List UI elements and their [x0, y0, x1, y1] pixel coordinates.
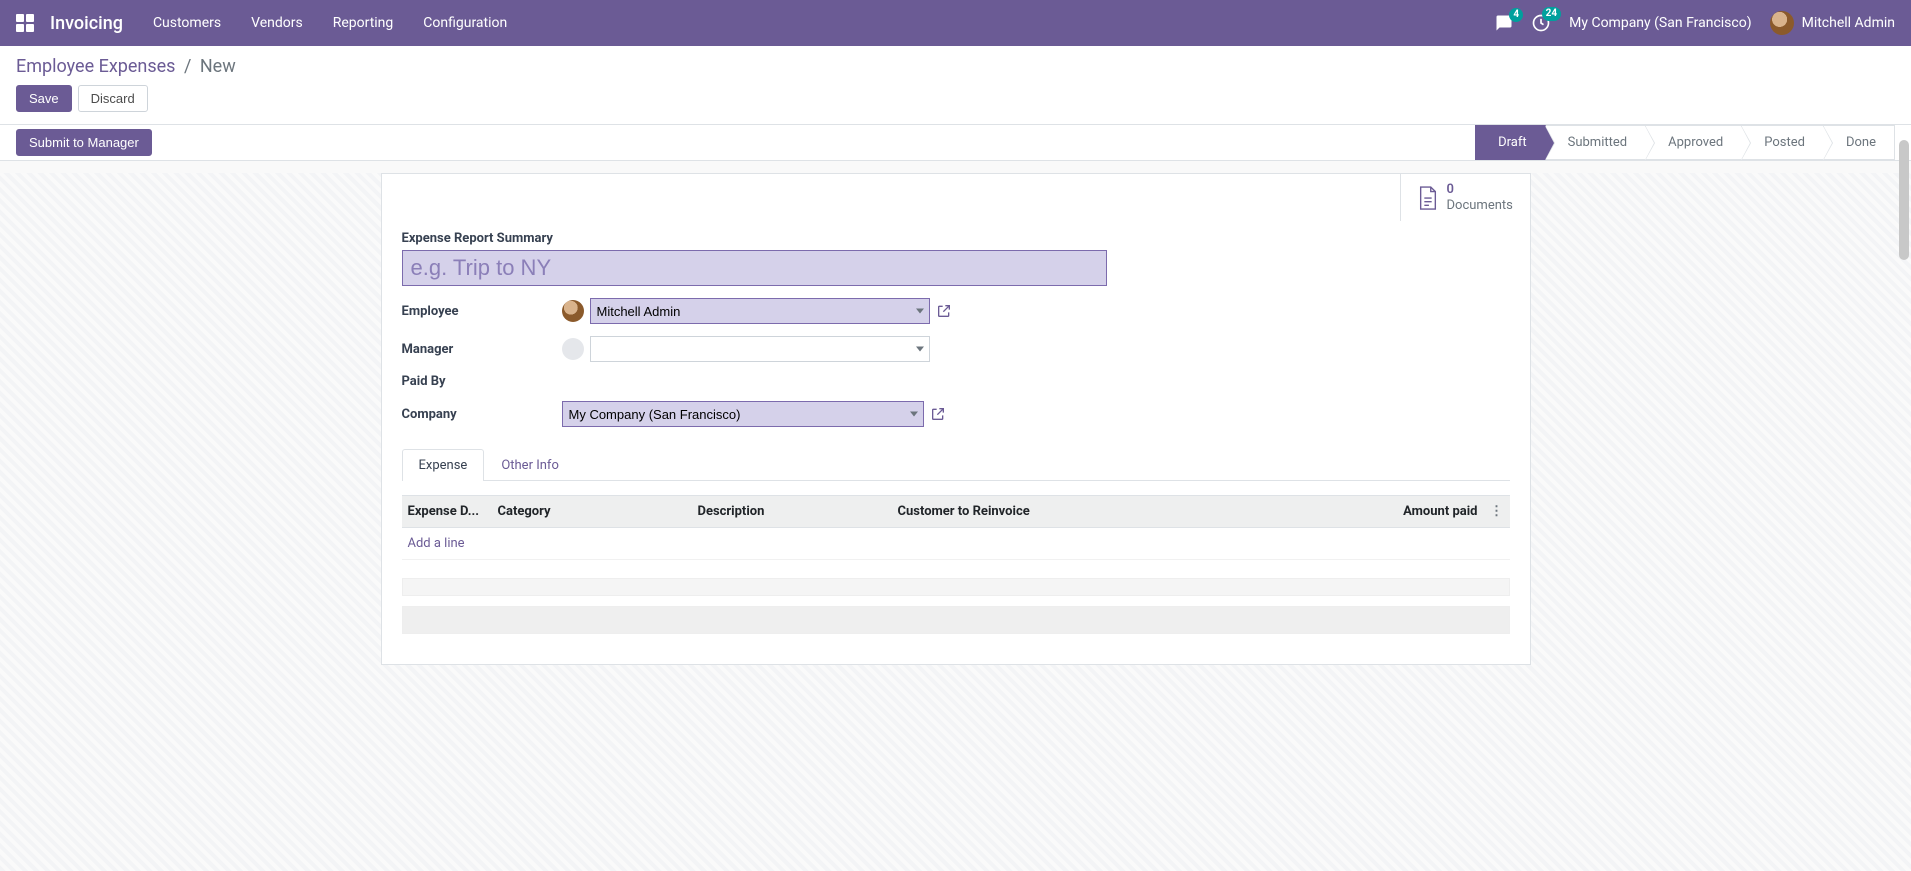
status-step-approved[interactable]: Approved [1646, 125, 1742, 160]
employee-avatar [562, 300, 584, 322]
status-bar: Draft Submitted Approved Posted Done [1475, 125, 1895, 160]
company-selector[interactable]: My Company (San Francisco) [1569, 15, 1751, 31]
col-customer-reinvoice[interactable]: Customer to Reinvoice [892, 496, 1092, 528]
top-nav: Invoicing Customers Vendors Reporting Co… [0, 0, 1911, 46]
employee-field[interactable] [590, 298, 930, 324]
control-panel: Employee Expenses / New Save Discard [0, 46, 1911, 125]
status-step-draft[interactable]: Draft [1475, 125, 1546, 160]
paid-by-label: Paid By [402, 374, 562, 389]
documents-stat-button[interactable]: 0 Documents [1400, 174, 1530, 221]
activity-badge: 24 [1542, 7, 1561, 21]
table-row-add: Add a line [402, 528, 1510, 560]
breadcrumb-parent[interactable]: Employee Expenses [16, 56, 175, 77]
status-step-done[interactable]: Done [1824, 125, 1895, 160]
documents-label: Documents [1447, 198, 1513, 214]
documents-count: 0 [1447, 182, 1513, 198]
tab-other-info[interactable]: Other Info [484, 449, 576, 481]
employee-label: Employee [402, 304, 562, 319]
nav-vendors[interactable]: Vendors [251, 15, 303, 31]
status-step-submitted[interactable]: Submitted [1546, 125, 1646, 160]
nav-menu: Customers Vendors Reporting Configuratio… [153, 15, 507, 31]
activity-button[interactable]: 24 [1531, 13, 1551, 33]
manager-field[interactable] [590, 336, 930, 362]
expense-lines-table: Expense D... Category Description Custom… [402, 495, 1510, 560]
chat-button[interactable]: 4 [1495, 14, 1513, 32]
kebab-icon[interactable]: ⋮ [1490, 504, 1504, 519]
table-summary-row [402, 606, 1510, 634]
apps-icon[interactable] [16, 14, 34, 32]
user-name: Mitchell Admin [1802, 15, 1895, 31]
chat-badge: 4 [1509, 8, 1523, 22]
tabs: Expense Other Info [402, 449, 1510, 481]
col-description[interactable]: Description [692, 496, 892, 528]
col-spacer [1092, 496, 1374, 528]
discard-button[interactable]: Discard [78, 85, 148, 112]
summary-input[interactable] [402, 250, 1107, 286]
table-footer-row [402, 578, 1510, 596]
nav-customers[interactable]: Customers [153, 15, 221, 31]
document-icon [1417, 185, 1439, 211]
user-menu[interactable]: Mitchell Admin [1770, 11, 1895, 35]
nav-reporting[interactable]: Reporting [333, 15, 394, 31]
tab-expense[interactable]: Expense [402, 449, 485, 481]
col-amount-paid[interactable]: Amount paid [1374, 496, 1484, 528]
app-title[interactable]: Invoicing [50, 13, 123, 34]
company-label: Company [402, 407, 562, 422]
col-category[interactable]: Category [492, 496, 692, 528]
summary-label: Expense Report Summary [402, 231, 1510, 246]
avatar [1770, 11, 1794, 35]
col-options[interactable]: ⋮ [1484, 496, 1510, 528]
form-sheet: 0 Documents Expense Report Summary Emplo… [381, 173, 1531, 665]
submit-to-manager-button[interactable]: Submit to Manager [16, 129, 152, 156]
nav-configuration[interactable]: Configuration [423, 15, 507, 31]
external-link-icon[interactable] [936, 303, 952, 319]
status-step-posted[interactable]: Posted [1742, 125, 1824, 160]
company-field[interactable] [562, 401, 924, 427]
scrollbar-thumb[interactable] [1899, 140, 1909, 260]
col-expense-date[interactable]: Expense D... [402, 496, 492, 528]
status-row: Submit to Manager Draft Submitted Approv… [0, 125, 1911, 161]
breadcrumb-current: New [200, 56, 236, 77]
external-link-icon[interactable] [930, 406, 946, 422]
manager-avatar [562, 338, 584, 360]
add-line-link[interactable]: Add a line [408, 536, 465, 551]
save-button[interactable]: Save [16, 85, 72, 112]
manager-label: Manager [402, 342, 562, 357]
breadcrumb: Employee Expenses / New [16, 56, 1895, 77]
